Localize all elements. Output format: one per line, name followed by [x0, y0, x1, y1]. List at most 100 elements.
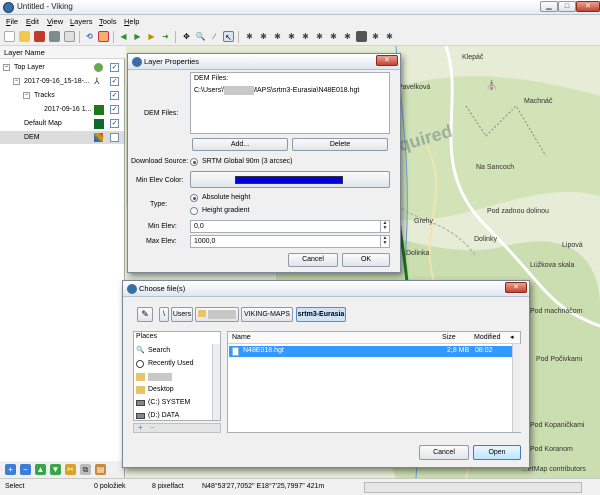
- layer-row-track[interactable]: 2017-09-16 1... ✓: [0, 103, 124, 116]
- maximize-button[interactable]: □: [558, 1, 576, 12]
- new-icon[interactable]: [4, 31, 15, 42]
- min-elev-color-button[interactable]: [190, 171, 390, 188]
- layer-row-default-map[interactable]: Default Map ✓: [0, 117, 124, 130]
- close-window-button[interactable]: ✕: [576, 1, 600, 12]
- create-track-icon[interactable]: ✱: [244, 31, 255, 42]
- back-icon[interactable]: ◀: [118, 31, 129, 42]
- close-dialog-button[interactable]: ✕: [376, 55, 398, 66]
- layer-row-top-layer[interactable]: − Top Layer ✓: [0, 61, 124, 74]
- status-tool: Select: [5, 483, 25, 490]
- create-route-icon[interactable]: ✱: [258, 31, 269, 42]
- cancel-button[interactable]: Cancel: [288, 253, 338, 267]
- column-modified[interactable]: Modified: [474, 334, 500, 341]
- pan-icon[interactable]: ✥: [181, 31, 192, 42]
- remove-place-icon[interactable]: −: [150, 423, 155, 432]
- remove-layer-icon[interactable]: −: [20, 464, 31, 475]
- delete-dem-button[interactable]: Delete: [292, 138, 388, 151]
- menu-help[interactable]: Help: [124, 17, 139, 26]
- ok-button[interactable]: OK: [342, 253, 390, 267]
- path-segment-srtm3-eurasia[interactable]: srtm3-Eurasia: [296, 307, 346, 322]
- edit-trackpoint-icon[interactable]: ✱: [286, 31, 297, 42]
- max-elev-input[interactable]: 1000,0: [190, 235, 390, 248]
- layer-name-header[interactable]: Layer Name: [0, 46, 125, 59]
- minimize-button[interactable]: ▁: [540, 1, 558, 12]
- expander-toggle[interactable]: −: [13, 78, 20, 85]
- mode-icon[interactable]: [98, 31, 109, 42]
- column-name[interactable]: Name: [232, 334, 251, 341]
- srtm-icon[interactable]: ✱: [384, 31, 395, 42]
- ruler-icon[interactable]: ∕: [209, 31, 220, 42]
- add-layer-icon[interactable]: +: [5, 464, 16, 475]
- print-icon[interactable]: [49, 31, 60, 42]
- cut-layer-icon[interactable]: ✂: [65, 464, 76, 475]
- path-segment-user[interactable]: [195, 307, 239, 322]
- close-dialog-button[interactable]: ✕: [505, 282, 527, 293]
- layer-row-trw[interactable]: − 2017-09-16_15-18-... ⅄ ✓: [0, 75, 124, 88]
- menu-file[interactable]: File: [6, 17, 18, 26]
- select-icon[interactable]: ↖: [223, 31, 234, 42]
- layer-row-tracks[interactable]: − Tracks ✓: [0, 89, 124, 102]
- menu-layers[interactable]: Layers: [70, 17, 93, 26]
- place-drive-c[interactable]: (C:) SYSTEM: [136, 398, 210, 409]
- files-scrollbar[interactable]: [512, 344, 521, 432]
- height-gradient-radio[interactable]: [190, 207, 198, 215]
- layer-row-dem[interactable]: DEM: [0, 131, 124, 144]
- copy-layer-icon[interactable]: ⧉: [80, 464, 91, 475]
- places-header[interactable]: Places: [136, 333, 157, 340]
- visibility-checkbox[interactable]: ✓: [110, 63, 119, 72]
- up-icon[interactable]: ▶: [146, 31, 157, 42]
- min-elev-input[interactable]: 0,0: [190, 220, 390, 233]
- expander-toggle[interactable]: −: [23, 92, 30, 99]
- menu-view[interactable]: View: [47, 17, 63, 26]
- save-icon[interactable]: [34, 31, 45, 42]
- visibility-checkbox[interactable]: ✓: [110, 91, 119, 100]
- dem-download-icon[interactable]: ✱: [314, 31, 325, 42]
- open-icon[interactable]: [19, 31, 30, 42]
- place-desktop[interactable]: Desktop: [136, 385, 210, 396]
- expander-toggle[interactable]: −: [3, 64, 10, 71]
- place-drive-d[interactable]: (D:) DATA: [136, 411, 210, 421]
- path-segment-users[interactable]: Users: [171, 307, 193, 322]
- visibility-checkbox[interactable]: ✓: [110, 77, 119, 86]
- paste-layer-icon[interactable]: ▤: [95, 464, 106, 475]
- open-button[interactable]: Open: [473, 445, 521, 460]
- route-finder-icon[interactable]: [356, 31, 367, 42]
- visibility-checkbox[interactable]: ✓: [110, 119, 119, 128]
- dem-files-list[interactable]: DEM Files: C:\Users\\VIKING-MAPS\srtm3-E…: [190, 72, 390, 134]
- path-segment-root[interactable]: \: [159, 307, 169, 322]
- add-dem-button[interactable]: Add...: [192, 138, 288, 151]
- places-scrollbar[interactable]: [212, 344, 220, 420]
- file-row[interactable]: N48E018.hgt 2,8 MB 08:02: [229, 346, 513, 357]
- menu-tools[interactable]: Tools: [99, 17, 117, 26]
- max-elev-label: Max Elev:: [146, 238, 177, 245]
- edit-location-icon[interactable]: ✎: [137, 307, 153, 322]
- georef-icon[interactable]: ✱: [342, 31, 353, 42]
- map-download-icon[interactable]: ✱: [328, 31, 339, 42]
- mapnik-icon[interactable]: ✱: [370, 31, 381, 42]
- download-source-radio[interactable]: [190, 158, 198, 166]
- min-elev-spinner[interactable]: ▲ ▼: [380, 221, 389, 232]
- absolute-height-radio[interactable]: [190, 194, 198, 202]
- dem-file-path[interactable]: C:\Users\\VIKING-MAPS\srtm3-Eurasia\N48E…: [194, 87, 359, 94]
- close-icon[interactable]: [64, 31, 75, 42]
- add-icon[interactable]: ➜: [160, 31, 171, 42]
- edit-waypoint-icon[interactable]: ✱: [300, 31, 311, 42]
- visibility-checkbox[interactable]: ✓: [110, 105, 119, 114]
- cancel-button[interactable]: Cancel: [419, 445, 469, 460]
- column-size[interactable]: Size: [442, 334, 456, 341]
- layer-name: 2017-09-16_15-18-...: [24, 78, 90, 85]
- zoom-icon[interactable]: 🔍: [195, 31, 206, 42]
- add-place-icon[interactable]: +: [138, 423, 143, 432]
- move-up-icon[interactable]: ▲: [35, 464, 46, 475]
- path-segment-viking-maps[interactable]: VIKING-MAPS: [241, 307, 293, 322]
- place-search[interactable]: 🔍 Search: [136, 346, 210, 357]
- forward-icon[interactable]: ▶: [132, 31, 143, 42]
- place-home[interactable]: [136, 372, 210, 383]
- place-recently-used[interactable]: Recently Used: [136, 359, 210, 370]
- create-waypoint-icon[interactable]: ✱: [272, 31, 283, 42]
- undo-icon[interactable]: ⟲: [84, 31, 95, 42]
- max-elev-spinner[interactable]: ▲ ▼: [380, 236, 389, 247]
- visibility-checkbox[interactable]: [110, 133, 119, 142]
- move-down-icon[interactable]: ▼: [50, 464, 61, 475]
- menu-edit[interactable]: Edit: [26, 17, 39, 26]
